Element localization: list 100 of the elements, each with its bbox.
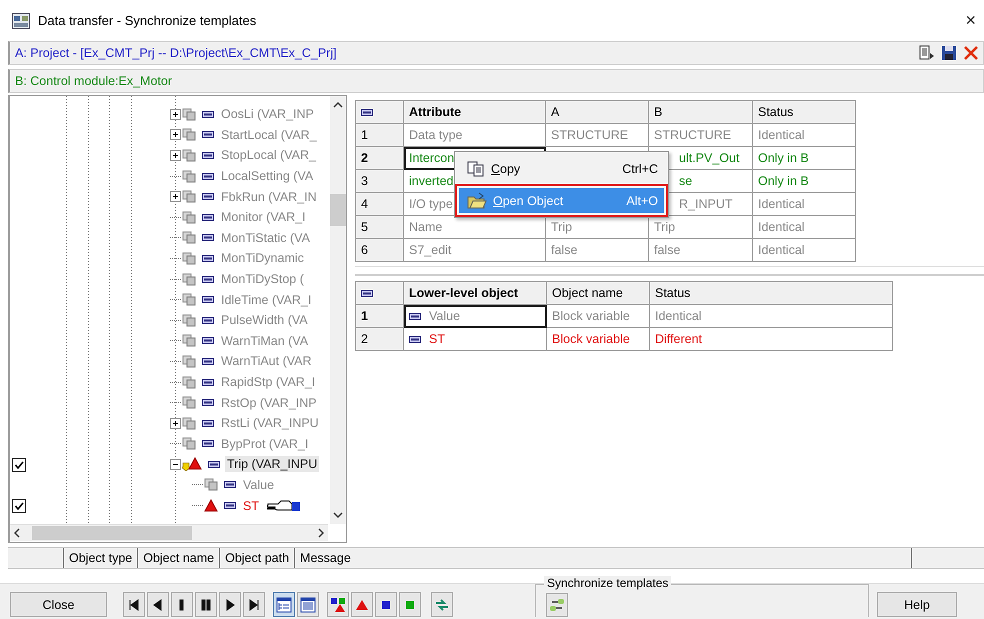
scroll-thumb[interactable] [32,526,192,540]
close-button[interactable]: Close [10,592,107,617]
variable-icon [202,234,214,242]
table-cell: Identical [758,128,805,142]
group-title: Synchronize templates [544,576,672,590]
table-cell: Only in B [758,174,809,188]
tree-view-icon[interactable] [273,592,295,617]
all-filter-icon[interactable] [327,592,349,617]
table-cell: Identical [758,243,805,257]
row-number[interactable]: 3 [356,170,404,193]
scroll-left-icon[interactable] [14,528,20,538]
delete-icon[interactable] [963,45,979,61]
tree-item[interactable]: ST [241,498,261,514]
variable-icon [409,336,421,342]
table-cell: Intercon [409,151,454,165]
checkbox[interactable] [12,499,26,514]
row-number[interactable]: 1 [356,305,404,328]
variable-icon [202,296,214,304]
window-title: Data transfer - Synchronize templates [38,13,258,28]
first-record-icon[interactable] [123,592,145,617]
table-cell: Value [429,309,460,323]
expand-icon[interactable] [170,129,181,140]
row-number[interactable]: 4 [356,193,404,216]
column-header[interactable]: Object name [137,548,220,568]
variable-icon [361,108,373,116]
stop-icon[interactable] [171,592,193,617]
variable-icon [202,337,214,344]
variable-icon [202,316,214,324]
scroll-down-icon[interactable] [333,512,343,518]
last-record-icon[interactable] [243,592,265,617]
help-button[interactable]: Help [877,592,957,617]
column-header[interactable]: B [649,101,753,124]
scroll-thumb[interactable] [330,194,346,226]
variable-icon [202,110,214,118]
table-cell: Identical [655,309,702,323]
table-cell: false [551,243,578,257]
variable-icon [202,378,214,386]
table-cell: STRUCTURE [551,128,628,142]
row-number[interactable]: 1 [356,124,404,147]
variable-icon [361,290,373,296]
column-header[interactable]: Object type [63,548,138,568]
checkbox[interactable] [12,458,26,472]
column-header[interactable]: Status [650,282,893,305]
variable-icon [224,502,236,510]
pause-icon[interactable] [195,592,217,617]
row-number[interactable]: 2 [356,328,404,351]
square-icon[interactable] [375,592,397,617]
expand-icon[interactable] [170,108,181,120]
column-header[interactable]: Lower-level object [404,282,547,305]
sync-arrows-icon[interactable] [431,592,453,617]
column-header[interactable]: Message [294,548,911,568]
collapse-icon[interactable] [170,458,181,470]
expand-icon[interactable] [170,150,181,161]
variable-icon [202,152,214,159]
expand-icon[interactable] [170,418,181,429]
column-header[interactable]: Status [753,101,856,124]
row-number[interactable]: 5 [356,216,404,239]
scroll-up-icon[interactable] [333,102,343,108]
column-header[interactable]: A [546,101,649,124]
variable-icon [202,131,214,138]
document-icon[interactable] [919,45,935,61]
table-cell: false [654,243,680,257]
variable-icon [202,276,214,283]
variable-icon [202,254,214,262]
variable-icon [202,172,214,180]
table-cell: ult.PV_Out [679,151,740,165]
variable-icon [202,399,214,406]
table-cell: Trip [551,220,572,234]
table-cell: Different [655,332,702,346]
column-header[interactable]: Object path [219,548,294,568]
table-cell: R_INPUT [679,197,732,211]
synchronize-icon[interactable] [546,593,568,617]
row-number[interactable]: 6 [356,239,404,262]
tree-item[interactable]: Trip (VAR_INPU [225,456,320,472]
previous-icon[interactable] [147,592,169,617]
table-cell: S7_edit [409,243,452,257]
expand-icon[interactable] [170,191,181,202]
scroll-right-icon[interactable] [318,528,324,538]
menu-item[interactable]: Copy Ctrl+C [459,156,664,181]
column-header[interactable]: Attribute [404,101,546,124]
table-cell: inverted [409,174,454,188]
variable-icon [202,193,214,200]
table-cell: se [679,174,692,188]
table-cell: I/O type [409,197,453,211]
table-cell: Only in B [758,151,809,165]
variable-icon [202,440,214,448]
variable-icon [224,481,236,488]
column-header[interactable]: Object name [547,282,650,305]
table-cell: Block variable [552,332,630,346]
list-view-icon[interactable] [297,592,319,617]
close-button[interactable]: × [965,10,976,31]
save-icon[interactable] [941,45,957,61]
row-number[interactable]: 2 [356,147,404,170]
variable-icon [202,420,214,427]
vertical-scrollbar[interactable] [330,96,346,524]
variable-icon [208,460,220,468]
horizontal-scrollbar[interactable] [10,524,328,541]
next-icon[interactable] [219,592,241,617]
folder-icon [467,192,487,210]
table-cell: Trip [654,220,676,234]
